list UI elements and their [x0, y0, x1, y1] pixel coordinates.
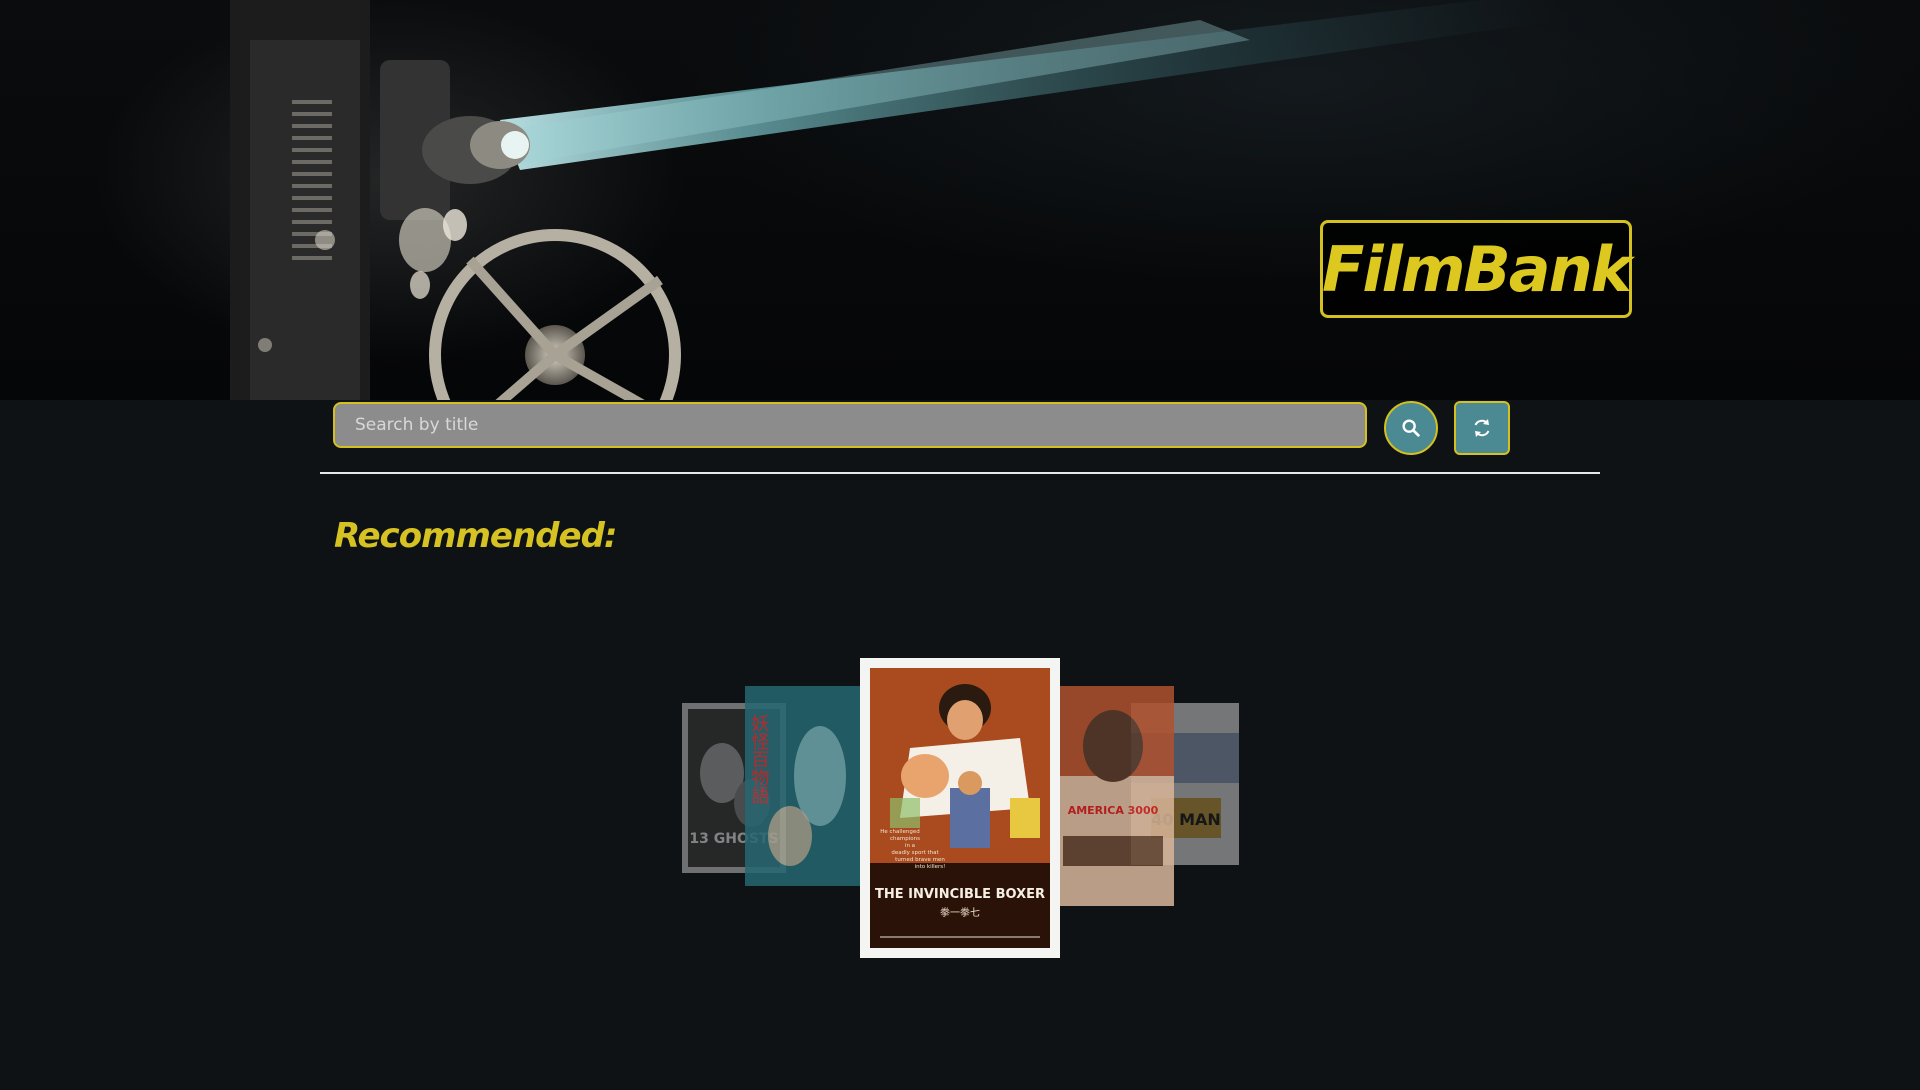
- refresh-icon: [1474, 419, 1490, 437]
- hero-banner: FilmBank: [0, 0, 1920, 400]
- poster-title: 妖怪百物語: [749, 714, 770, 804]
- poster-tagline-line: deadly sport that: [891, 850, 939, 856]
- poster-tagline-line: into killers!: [915, 864, 946, 870]
- poster-america-3000[interactable]: AMERICA 3000: [1053, 686, 1174, 906]
- poster-title: AMERICA 3000: [1068, 804, 1159, 817]
- poster-yokai[interactable]: 妖怪百物語: [745, 686, 860, 886]
- search-input[interactable]: [333, 402, 1367, 448]
- refresh-button[interactable]: [1454, 401, 1510, 455]
- poster-subtitle: 拳一拳七: [940, 906, 980, 919]
- divider: [320, 472, 1600, 474]
- poster-tagline-line: in a: [905, 843, 915, 849]
- poster-title: THE INVINCIBLE BOXER: [875, 887, 1045, 902]
- search-icon: [1402, 419, 1420, 437]
- recommended-heading: Recommended:: [334, 516, 618, 556]
- poster-tagline-line: He challenged: [880, 829, 919, 835]
- poster-tagline-line: champions: [890, 836, 920, 842]
- poster-invincible-boxer[interactable]: He challenged champions in a deadly spor…: [860, 658, 1060, 958]
- poster-tagline-line: turned brave men: [895, 857, 945, 863]
- projector-illustration: [230, 0, 1560, 400]
- search-button[interactable]: [1384, 401, 1438, 455]
- brand-logo[interactable]: FilmBank: [1320, 220, 1632, 318]
- brand-name: FilmBank: [1322, 232, 1632, 306]
